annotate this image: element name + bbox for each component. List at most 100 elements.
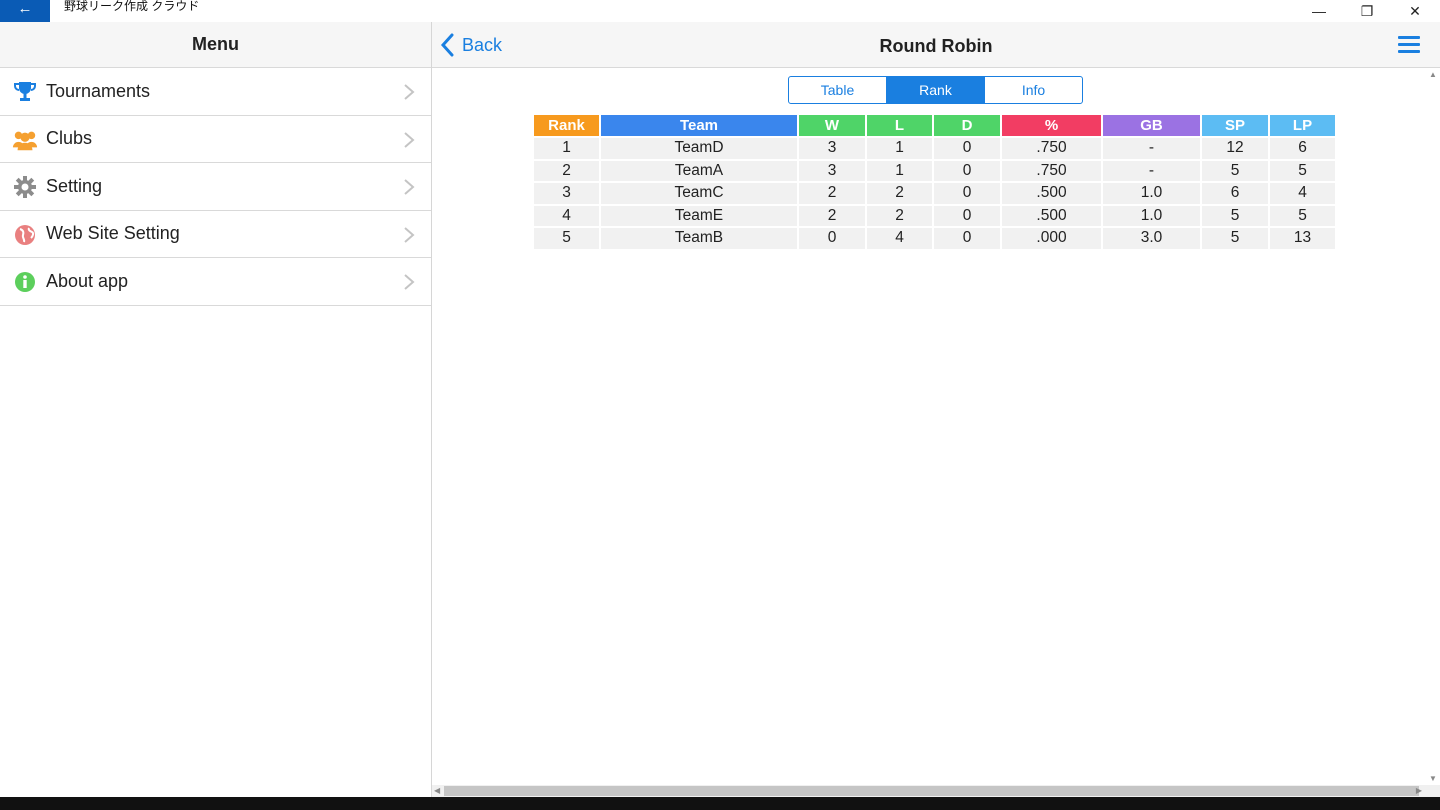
close-button[interactable]: ✕ [1392,0,1438,22]
sidebar-menu: Menu Tournaments Clubs Setting Web Site … [0,22,432,797]
table-cell: 3 [799,160,865,181]
table-cell: 1 [867,138,932,159]
window-back-button[interactable]: ← [0,0,50,22]
scroll-right-icon[interactable]: ▶ [1416,785,1422,797]
sidebar-item-web-site-setting[interactable]: Web Site Setting [0,211,431,258]
table-cell: TeamA [601,160,797,181]
scroll-left-icon[interactable]: ◀ [434,785,440,797]
table-cell: 4 [534,205,599,226]
column-header-l: L [867,115,932,136]
table-cell: 5 [1202,205,1268,226]
table-cell: 1.0 [1103,205,1200,226]
sidebar-item-tournaments[interactable]: Tournaments [0,68,431,116]
group-icon [12,128,38,152]
table-cell: 6 [1202,183,1268,204]
sidebar-item-clubs[interactable]: Clubs [0,116,431,163]
gear-icon [12,175,38,199]
globe-icon [12,223,38,247]
table-row: 3 TeamC 2 2 0.500 1.0 6 4 [534,183,1335,204]
sidebar-item-setting[interactable]: Setting [0,163,431,211]
table-cell: 6 [1270,138,1335,159]
table-cell: 2 [534,160,599,181]
tab-table[interactable]: Table [789,77,886,103]
table-cell: 5 [1270,205,1335,226]
table-cell: - [1103,160,1200,181]
table-cell: .750 [1002,138,1101,159]
table-cell: .500 [1002,205,1101,226]
table-cell: 0 [934,205,1000,226]
chevron-right-icon [404,226,415,243]
horizontal-scrollbar[interactable]: ◀ ▶ [432,785,1440,797]
table-cell: 5 [534,228,599,249]
sidebar-title: Menu [0,22,431,68]
table-cell: .500 [1002,183,1101,204]
chevron-right-icon [404,274,415,290]
page-title: Round Robin [879,36,993,56]
sidebar-item-label: Web Site Setting [46,223,180,244]
scroll-down-icon[interactable]: ▼ [1429,774,1437,783]
table-cell: 12 [1202,138,1268,159]
main-header: Back Round Robin [432,22,1440,68]
column-header-lp: LP [1270,115,1335,136]
column-header-team: Team [601,115,797,136]
table-cell: 1 [867,160,932,181]
maximize-button[interactable]: ❐ [1344,0,1390,22]
table-cell: 2 [799,183,865,204]
table-cell: TeamD [601,138,797,159]
table-cell: 0 [934,160,1000,181]
scrollbar-thumb[interactable] [444,786,1419,796]
title-bar: ← 野球リーク作成 クラウド — ❐ ✕ [0,0,1440,22]
vertical-scrollbar[interactable]: ▲ ▼ [1426,68,1440,785]
table-cell: TeamC [601,183,797,204]
table-cell: 0 [934,138,1000,159]
table-row: 4 TeamE 2 2 0.500 1.0 5 5 [534,205,1335,226]
table-cell: 1.0 [1103,183,1200,204]
table-cell: 2 [867,205,932,226]
column-header-w: W [799,115,865,136]
column-header-rank: Rank [534,115,599,136]
column-header-: % [1002,115,1101,136]
table-cell: 5 [1202,228,1268,249]
column-header-sp: SP [1202,115,1268,136]
sidebar-item-about-app[interactable]: About app [0,258,431,306]
table-cell: 4 [1270,183,1335,204]
column-header-gb: GB [1103,115,1200,136]
table-cell: 13 [1270,228,1335,249]
table-cell: 4 [867,228,932,249]
view-tabs: Table Rank Info [788,76,1083,104]
table-cell: 0 [799,228,865,249]
trophy-icon [12,80,38,104]
chevron-right-icon [404,131,415,148]
sidebar-item-label: Clubs [46,128,93,149]
table-cell: TeamE [601,205,797,226]
table-cell: 3 [799,138,865,159]
tab-rank[interactable]: Rank [886,77,984,103]
table-cell: 2 [867,183,932,204]
table-cell: - [1103,138,1200,159]
table-cell: .000 [1002,228,1101,249]
tab-info[interactable]: Info [984,77,1082,103]
scroll-up-icon[interactable]: ▲ [1429,70,1437,79]
table-row: 5 TeamB 0 4 0.000 3.0 5 13 [534,228,1335,249]
table-row: 1 TeamD 3 1 0.750-12 6 [534,138,1335,159]
table-header-row: Rank Team W L D% GB SP LP [534,115,1335,136]
table-cell: 5 [1202,160,1268,181]
table-cell: 2 [799,205,865,226]
info-icon [12,270,38,294]
chevron-right-icon [404,84,415,100]
table-row: 2 TeamA 3 1 0.750-5 5 [534,160,1335,181]
table-cell: TeamB [601,228,797,249]
table-cell: 1 [534,138,599,159]
sidebar-item-label: Setting [46,175,103,196]
hamburger-menu-icon[interactable] [1398,36,1420,54]
window-title: 野球リーク作成 クラウド [64,0,200,13]
table-cell: 3 [534,183,599,204]
sidebar-item-label: About app [46,270,129,291]
taskbar [0,797,1440,810]
table-cell: 0 [934,183,1000,204]
sidebar-item-label: Tournaments [46,80,151,101]
table-cell: .750 [1002,160,1101,181]
minimize-button[interactable]: — [1296,0,1342,22]
column-header-d: D [934,115,1000,136]
chevron-right-icon [404,179,415,195]
